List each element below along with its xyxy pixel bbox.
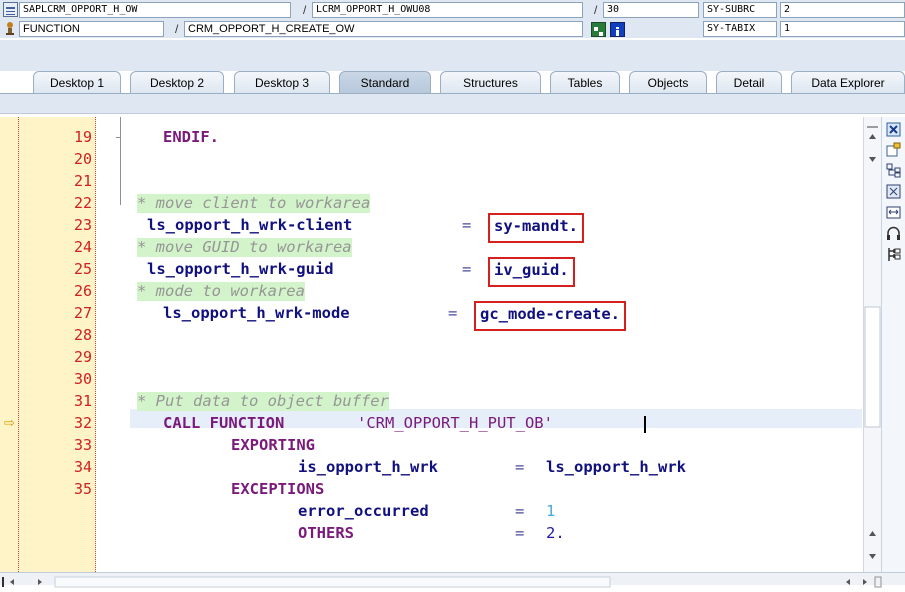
code-line-31: EXPORTING bbox=[231, 436, 315, 454]
sysvar2-value-field[interactable]: 1 bbox=[780, 21, 905, 37]
code-area[interactable] bbox=[96, 117, 866, 572]
include-field[interactable]: LCRM_OPPORT_H_OWU08 bbox=[312, 2, 583, 18]
tab-desktop-1[interactable]: Desktop 1 bbox=[33, 71, 121, 93]
tab-structures[interactable]: Structures bbox=[440, 71, 541, 93]
vertical-scrollbar[interactable] bbox=[863, 117, 881, 572]
tab-desktop-3[interactable]: Desktop 3 bbox=[234, 71, 330, 93]
sysvar2-name-field[interactable]: SY-TABIX bbox=[703, 21, 777, 37]
line-number: 32 bbox=[73, 414, 92, 432]
code-line-30-string: 'CRM_OPPORT_H_PUT_OB' bbox=[357, 414, 553, 432]
program-field[interactable]: SAPLCRM_OPPORT_H_OW bbox=[19, 2, 291, 18]
separator-slash: / bbox=[303, 3, 307, 17]
tab-area-bg bbox=[0, 40, 905, 71]
fold-tick bbox=[116, 137, 121, 138]
code-line-27-lhs: ls_opport_h_wrk-mode bbox=[163, 304, 350, 322]
structure-icon[interactable] bbox=[886, 163, 901, 178]
highlight-iv-guid: iv_guid. bbox=[488, 257, 575, 287]
line-number: 30 bbox=[73, 370, 92, 388]
highlight-sy-mandt: sy-mandt. bbox=[488, 213, 584, 243]
code-line-34-rhs: 1 bbox=[546, 502, 556, 520]
line-number: 35 bbox=[73, 480, 92, 498]
code-line-35-rhs: 2. bbox=[546, 524, 565, 542]
line-number: 19 bbox=[73, 128, 92, 146]
breakpoint-gutter[interactable] bbox=[0, 117, 40, 572]
navigate-icon[interactable] bbox=[591, 22, 606, 37]
highlight-gc-mode-create: gc_mode-create. bbox=[474, 301, 626, 331]
code-line-19: ENDIF. bbox=[163, 128, 219, 146]
line-number: 33 bbox=[73, 436, 92, 454]
current-line-arrow-icon: ⇨ bbox=[4, 416, 15, 431]
text-cursor bbox=[644, 416, 646, 433]
comment-line-26: * mode to workarea bbox=[137, 282, 305, 301]
resize-icon[interactable] bbox=[886, 205, 901, 220]
line-number: 20 bbox=[73, 150, 92, 168]
code-line-27-eq: = bbox=[448, 304, 458, 322]
line-number: 25 bbox=[73, 260, 92, 278]
tab-detail[interactable]: Detail bbox=[716, 71, 782, 93]
line-number: 26 bbox=[73, 282, 92, 300]
sysvar1-name-field[interactable]: SY-SUBRC bbox=[703, 2, 777, 18]
separator-slash: / bbox=[175, 22, 179, 36]
code-line-32-lhs: is_opport_h_wrk bbox=[298, 458, 438, 476]
horizontal-scrollbar[interactable] bbox=[0, 572, 905, 588]
code-line-32-rhs: ls_opport_h_wrk bbox=[546, 458, 686, 476]
line-number: 34 bbox=[73, 458, 92, 476]
code-line-34-eq: = bbox=[515, 502, 525, 520]
comment-line-22: * move client to workarea bbox=[137, 194, 371, 213]
line-number: 27 bbox=[73, 304, 92, 322]
comment-line-29: * Put data to object buffer bbox=[137, 392, 389, 411]
tab-tables[interactable]: Tables bbox=[550, 71, 620, 93]
tab-objects[interactable]: Objects bbox=[629, 71, 707, 93]
line-field[interactable]: 30 bbox=[603, 2, 699, 18]
line-number: 29 bbox=[73, 348, 92, 366]
code-line-25-lhs: ls_opport_h_wrk-guid bbox=[147, 260, 334, 278]
code-line-35-eq: = bbox=[515, 524, 525, 542]
line-number: 21 bbox=[73, 172, 92, 190]
fullscreen-icon[interactable] bbox=[886, 184, 901, 199]
event-type-field[interactable]: FUNCTION bbox=[19, 21, 164, 37]
tab-standard[interactable]: Standard bbox=[339, 71, 431, 93]
close-icon[interactable] bbox=[886, 122, 901, 137]
tab-data-explorer[interactable]: Data Explorer bbox=[791, 71, 905, 93]
code-line-34-lhs: error_occurred bbox=[298, 502, 429, 520]
code-line-25-eq: = bbox=[462, 260, 472, 278]
info-icon[interactable] bbox=[610, 22, 625, 37]
tab-desktop-2[interactable]: Desktop 2 bbox=[130, 71, 224, 93]
edit-icon[interactable] bbox=[886, 142, 901, 157]
code-line-30-call: CALL FUNCTION bbox=[163, 414, 285, 432]
fold-line bbox=[120, 117, 121, 205]
line-number: 28 bbox=[73, 326, 92, 344]
sysvar1-value-field[interactable]: 2 bbox=[780, 2, 905, 18]
program-icon[interactable] bbox=[3, 2, 18, 17]
headset-icon[interactable] bbox=[886, 226, 901, 241]
line-number: 23 bbox=[73, 216, 92, 234]
tree-icon[interactable] bbox=[886, 247, 901, 262]
comment-line-24: * move GUID to workarea bbox=[137, 238, 352, 257]
event-name-field[interactable]: CRM_OPPORT_H_CREATE_OW bbox=[184, 21, 583, 37]
code-line-35-lhs: OTHERS bbox=[298, 524, 354, 542]
code-line-32-eq: = bbox=[515, 458, 525, 476]
code-line-33: EXCEPTIONS bbox=[231, 480, 325, 498]
line-number: 24 bbox=[73, 238, 92, 256]
code-line-23-eq: = bbox=[462, 216, 472, 234]
function-icon[interactable] bbox=[3, 21, 18, 36]
separator-slash: / bbox=[594, 3, 598, 17]
line-number: 22 bbox=[73, 194, 92, 212]
gutter-divider bbox=[18, 117, 19, 572]
line-number: 31 bbox=[73, 392, 92, 410]
code-line-23-lhs: ls_opport_h_wrk-client bbox=[147, 216, 353, 234]
